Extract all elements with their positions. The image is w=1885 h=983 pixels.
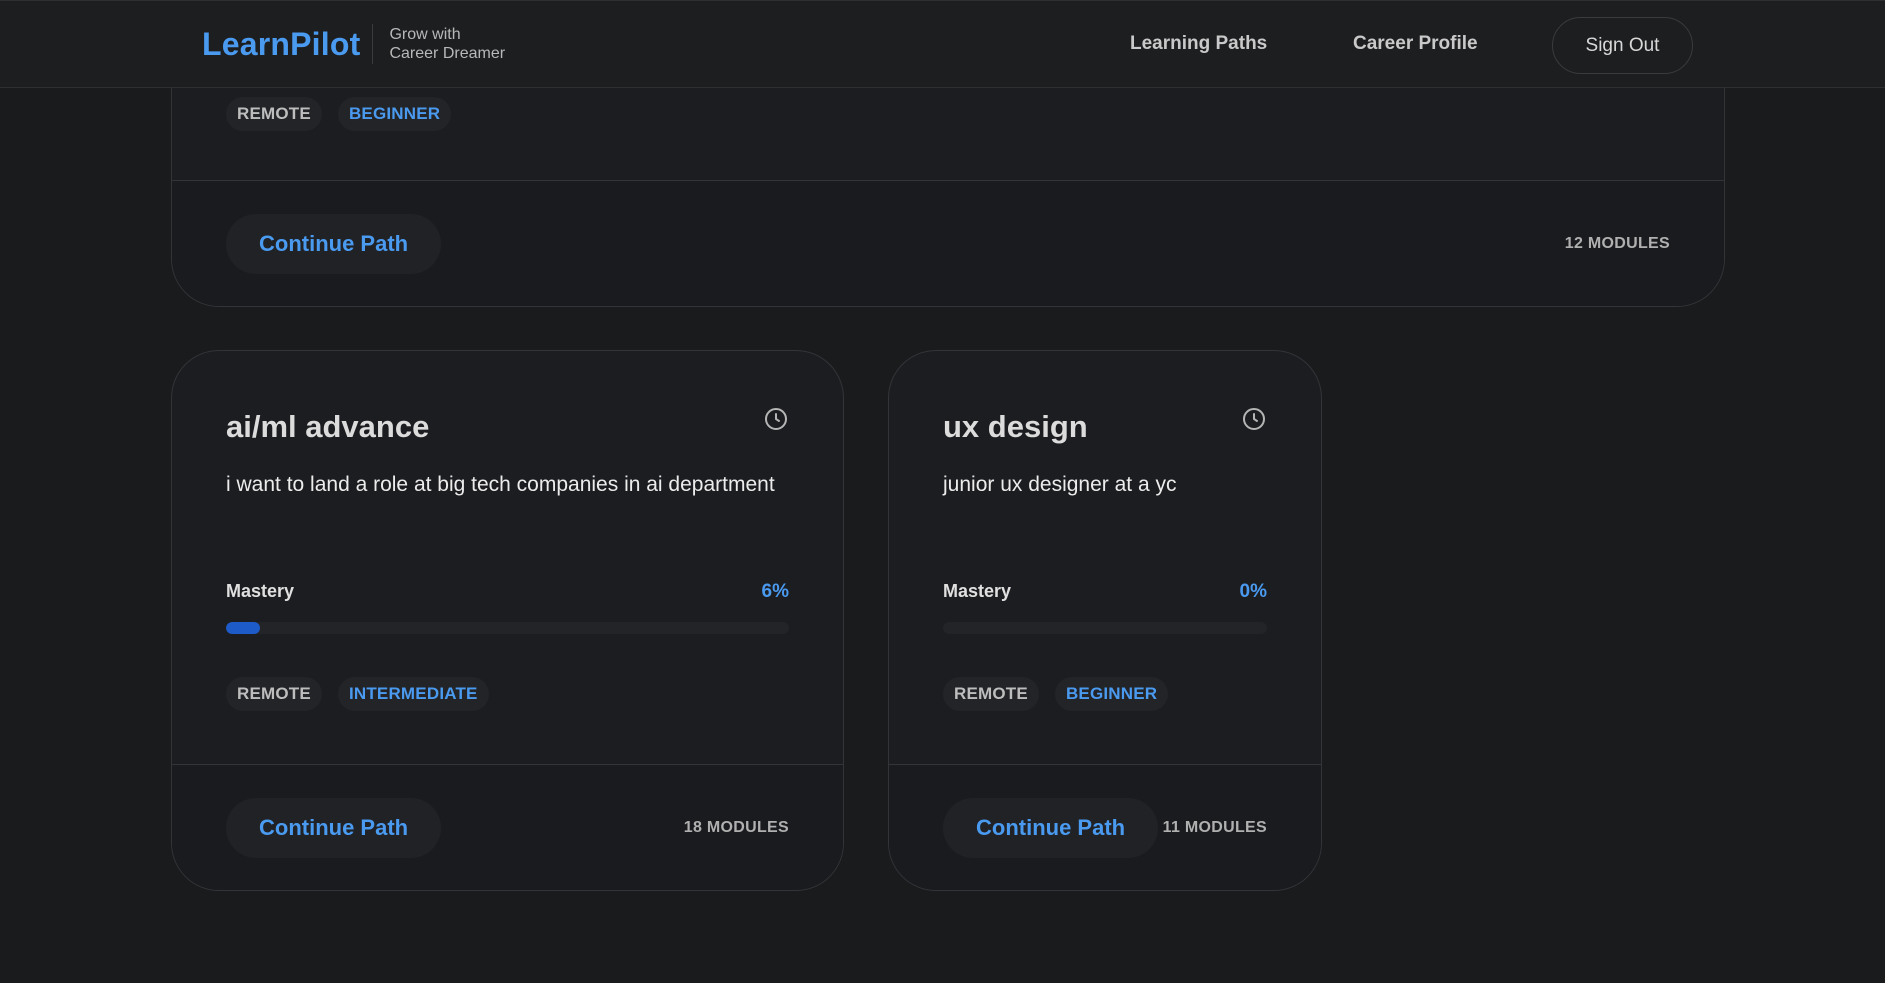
card-footer: Continue Path 18 MODULES bbox=[172, 764, 843, 890]
tag-remote: REMOTE bbox=[226, 677, 322, 711]
tag-remote: REMOTE bbox=[943, 677, 1039, 711]
tagline-line-1: Grow with bbox=[389, 26, 461, 43]
tag-list: REMOTE BEGINNER bbox=[226, 97, 452, 131]
path-goal: i want to land a role at big tech compan… bbox=[226, 473, 775, 496]
mastery-percent: 0% bbox=[1239, 581, 1267, 602]
tag-level: BEGINNER bbox=[337, 97, 452, 131]
continue-path-button[interactable]: Continue Path bbox=[226, 214, 442, 274]
path-card: ai/ml advance i want to land a role at b… bbox=[171, 350, 844, 891]
tag-remote: REMOTE bbox=[226, 97, 322, 131]
continue-path-button[interactable]: Continue Path bbox=[226, 798, 442, 858]
clock-icon[interactable] bbox=[764, 407, 788, 431]
mastery-percent: 6% bbox=[761, 581, 789, 602]
brand-logo-text[interactable]: LearnPilot bbox=[202, 26, 360, 63]
brand-tagline: Grow with Career Dreamer bbox=[389, 25, 505, 63]
mastery-progress-bar bbox=[226, 622, 789, 634]
module-count: 12 MODULES bbox=[1564, 235, 1670, 252]
top-header: LearnPilot Grow with Career Dreamer Lear… bbox=[0, 0, 1885, 88]
card-footer: Continue Path 11 MODULES bbox=[889, 764, 1321, 890]
mastery-label: Mastery bbox=[226, 581, 295, 601]
sign-out-button[interactable]: Sign Out bbox=[1552, 17, 1693, 74]
clock-icon[interactable] bbox=[1242, 407, 1266, 431]
path-title: ux design bbox=[943, 409, 1088, 444]
path-title: ai/ml advance bbox=[226, 409, 430, 444]
tag-list: REMOTE INTERMEDIATE bbox=[226, 677, 489, 711]
module-count: 18 MODULES bbox=[683, 819, 789, 836]
brand[interactable]: LearnPilot Grow with Career Dreamer bbox=[202, 24, 505, 64]
tag-list: REMOTE BEGINNER bbox=[943, 677, 1169, 711]
tag-level: INTERMEDIATE bbox=[337, 677, 489, 711]
path-card: ux design junior ux designer at a yc Mas… bbox=[888, 350, 1322, 891]
brand-divider bbox=[372, 24, 374, 64]
card-footer: Continue Path 12 MODULES bbox=[172, 180, 1724, 306]
tag-level: BEGINNER bbox=[1054, 677, 1169, 711]
continue-path-button[interactable]: Continue Path bbox=[943, 798, 1159, 858]
module-count: 11 MODULES bbox=[1162, 819, 1267, 836]
mastery-progress-bar bbox=[943, 622, 1267, 634]
tagline-line-2: Career Dreamer bbox=[389, 45, 506, 62]
page: LearnPilot Grow with Career Dreamer Lear… bbox=[0, 0, 1885, 983]
nav-career-profile[interactable]: Career Profile bbox=[1353, 33, 1478, 55]
path-goal: junior ux designer at a yc bbox=[943, 473, 1177, 496]
mastery-label: Mastery bbox=[943, 581, 1012, 601]
nav-learning-paths[interactable]: Learning Paths bbox=[1130, 33, 1267, 55]
mastery-progress-fill bbox=[226, 622, 260, 634]
